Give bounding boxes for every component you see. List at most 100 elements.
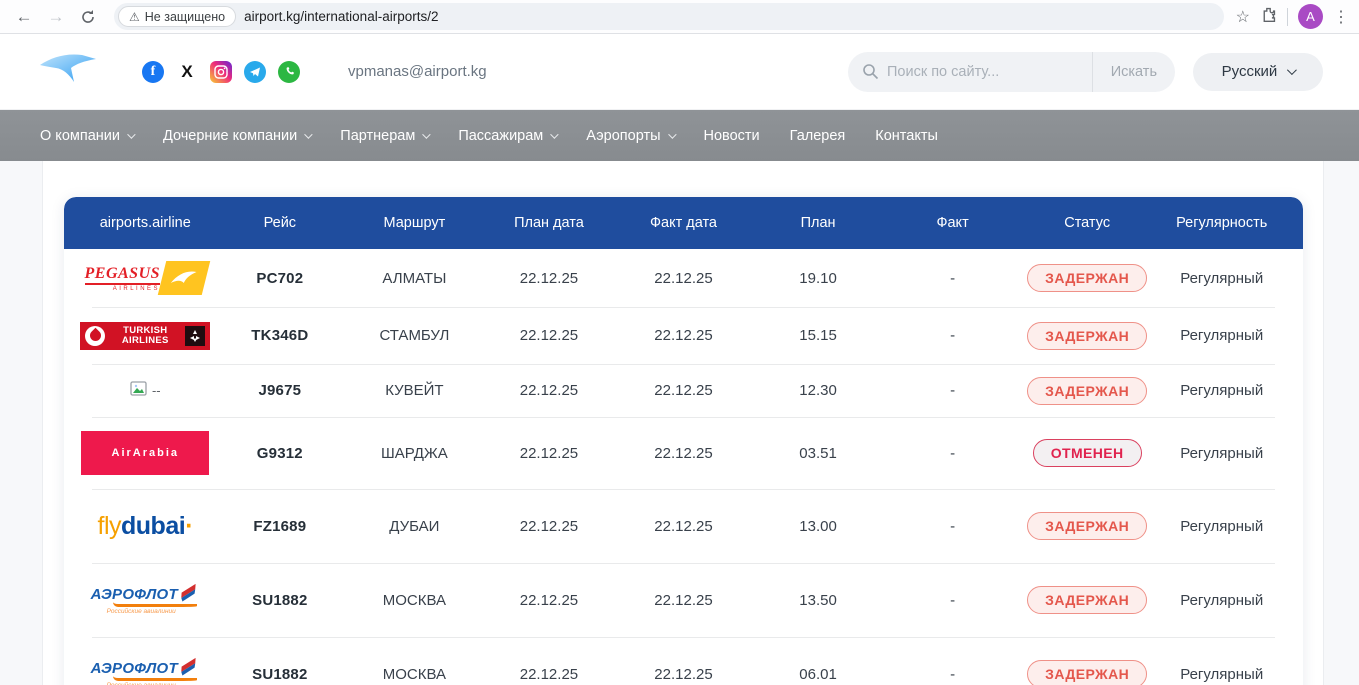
airline-logo-cell: flydubai· [78,512,213,541]
flight-number: FZ1689 [213,518,348,535]
fact-date-cell: 22.12.25 [616,382,751,399]
flydubai-logo: flydubai· [98,512,194,541]
flight-number: G9312 [213,445,348,462]
browser-toolbar: ← → ⚠ Не защищено airport.kg/internation… [0,0,1359,34]
plan-date-cell: 22.12.25 [482,592,617,609]
airline-logo-cell: АЭРОФЛОТРоссийские авиалинии [78,660,213,685]
fact-time-cell: - [885,270,1020,287]
pegasus-airlines-logo: PEGASUSAIRLINES [85,261,207,295]
site-search[interactable]: Искать [848,52,1175,92]
plan-time-cell: 13.50 [751,592,886,609]
security-chip[interactable]: ⚠ Не защищено [118,6,236,27]
aeroflot-logo-title: АЭРОФЛОТ [91,660,178,677]
flydubai-logo-dubai: dubai [121,512,185,540]
nav-item-7[interactable]: Контакты [875,128,938,144]
nav-item-6[interactable]: Галерея [790,128,846,144]
bookmark-star-icon[interactable]: ☆ [1236,7,1250,27]
status-cell: ОТМЕНЕН [1020,439,1155,467]
aeroflot-swoosh [113,602,197,607]
flight-row: flydubai·FZ1689ДУБАИ22.12.2522.12.2513.0… [64,489,1303,563]
instagram-icon[interactable] [210,61,232,83]
url-text[interactable]: airport.kg/international-airports/2 [244,9,438,24]
plan-date-cell: 22.12.25 [482,666,617,683]
nav-item-2[interactable]: Партнерам [340,128,428,144]
route-cell: КУВЕЙТ [347,382,482,399]
language-selector[interactable]: Русский [1193,53,1323,91]
chevron-down-icon [1287,65,1297,75]
back-icon[interactable]: ← [10,3,38,31]
column-header: План дата [482,215,617,231]
status-badge: ЗАДЕРЖАН [1027,264,1147,292]
fact-date-cell: 22.12.25 [616,445,751,462]
turkish-logo-line1: TURKISH [110,326,180,336]
regularity-cell: Регулярный [1154,518,1289,535]
nav-item-4[interactable]: Аэропорты [586,128,673,144]
plan-date-cell: 22.12.25 [482,270,617,287]
aeroflot-logo: АЭРОФЛОТРоссийские авиалинии [91,660,200,685]
turkish-logo-line2: AIRLINES [110,336,180,346]
nav-item-1[interactable]: Дочерние компании [163,128,310,144]
social-links: f X [142,61,300,83]
whatsapp-icon[interactable] [278,61,300,83]
chevron-down-icon [550,130,558,138]
route-cell: СТАМБУЛ [347,327,482,344]
extensions-icon[interactable] [1260,6,1277,28]
address-bar[interactable]: ⚠ Не защищено airport.kg/international-a… [114,3,1224,30]
chevron-down-icon [304,130,312,138]
flight-row: --J9675КУВЕЙТ22.12.2522.12.2512.30-ЗАДЕР… [64,364,1303,417]
aeroflot-logo-title: АЭРОФЛОТ [91,586,178,603]
page-gutter-left [0,161,43,685]
air-arabia-logo: AirArabia [81,431,209,475]
x-icon[interactable]: X [176,61,198,83]
browser-menu-icon[interactable]: ⋮ [1333,7,1349,27]
regularity-cell: Регулярный [1154,382,1289,399]
chevron-down-icon [422,130,430,138]
status-cell: ЗАДЕРЖАН [1020,586,1155,614]
nav-item-label: Новости [704,128,760,144]
flight-table: airports.airlineРейсМаршрутПлан датаФакт… [64,197,1303,685]
nav-item-5[interactable]: Новости [704,128,760,144]
nav-item-label: Галерея [790,128,846,144]
turkish-airlines-logo: TURKISHAIRLINES [80,322,210,350]
reload-glyph [80,9,96,25]
forward-icon[interactable]: → [42,3,70,31]
aeroflot-logo: АЭРОФЛОТРоссийские авиалинии [91,586,200,615]
fact-date-cell: 22.12.25 [616,592,751,609]
site-header: f X vpmanas@airport.kg Искать Русский [0,34,1359,110]
search-button[interactable]: Искать [1092,52,1175,92]
page-gutter-right [1323,161,1359,685]
plan-time-cell: 13.00 [751,518,886,535]
status-badge: ЗАДЕРЖАН [1027,586,1147,614]
fact-time-cell: - [885,666,1020,683]
contact-email[interactable]: vpmanas@airport.kg [348,63,487,80]
search-input[interactable] [887,64,1092,80]
regularity-cell: Регулярный [1154,666,1289,683]
alliance-badge-icon [185,326,205,346]
status-cell: ЗАДЕРЖАН [1020,660,1155,685]
plan-date-cell: 22.12.25 [482,327,617,344]
fact-time-cell: - [885,518,1020,535]
airline-logo-cell: AirArabia [78,431,213,475]
flight-number: TK346D [213,327,348,344]
column-header: Факт [885,215,1020,231]
route-cell: МОСКВА [347,666,482,683]
fact-time-cell: - [885,445,1020,462]
reload-icon[interactable] [74,3,102,31]
facebook-icon[interactable]: f [142,61,164,83]
flydubai-logo-fly: fly [98,512,122,540]
route-cell: ШАРДЖА [347,445,482,462]
fact-time-cell: - [885,382,1020,399]
nav-item-label: Контакты [875,128,938,144]
column-header: Факт дата [616,215,751,231]
aeroflot-swoosh [113,676,197,681]
site-logo[interactable] [38,51,100,92]
fact-date-cell: 22.12.25 [616,270,751,287]
toolbar-divider [1287,8,1288,26]
nav-item-3[interactable]: Пассажирам [458,128,556,144]
telegram-icon[interactable] [244,61,266,83]
column-header: Маршрут [347,215,482,231]
column-header: Статус [1020,215,1155,231]
nav-item-0[interactable]: О компании [40,128,133,144]
fact-date-cell: 22.12.25 [616,518,751,535]
profile-avatar[interactable]: A [1298,4,1323,29]
